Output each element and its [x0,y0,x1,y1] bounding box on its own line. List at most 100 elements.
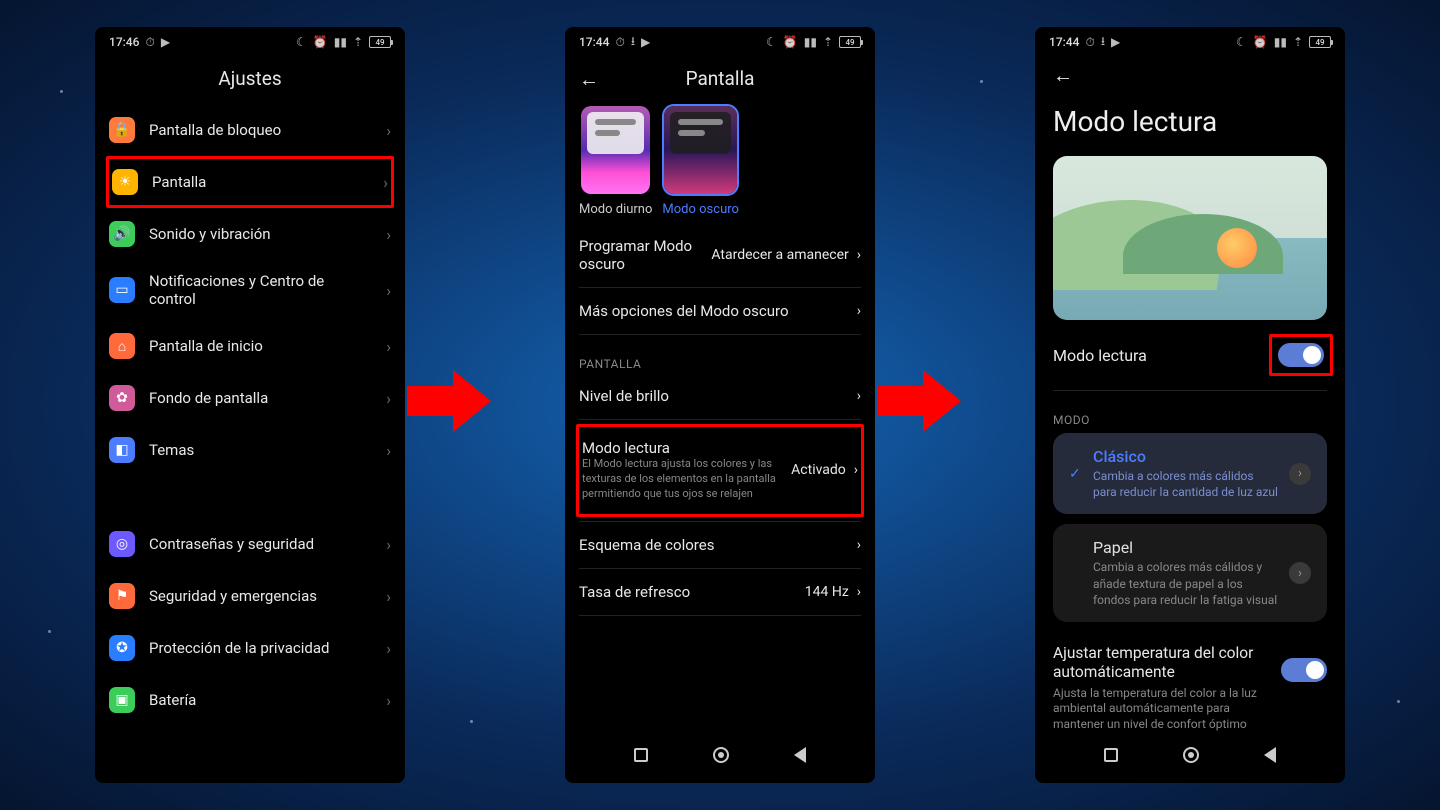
settings-item-display[interactable]: ☀ Pantalla › [106,156,394,208]
status-time: 17:46 [109,35,139,49]
settings-item-wallpaper[interactable]: ✿ Fondo de pantalla › [109,372,391,424]
youtube-icon: ▶ [1111,35,1120,49]
alarm2-icon: ⏰ [313,35,328,49]
check-icon: ✓ [1069,466,1083,482]
settings-item-themes[interactable]: ◧ Temas › [109,424,391,476]
settings-item-label: Protección de la privacidad [149,639,372,657]
light-mode-card[interactable]: Modo diurno [579,104,652,219]
auto-color-temp-row[interactable]: Ajustar temperatura del color automática… [1053,632,1327,733]
settings-item-label: Notificaciones y Centro de control [149,272,372,308]
download-icon: ⭳ [631,32,635,53]
home-button[interactable] [1183,747,1199,763]
chevron-right-icon: › [1289,463,1311,485]
alarm2-icon: ⏰ [1253,35,1268,49]
status-time: 17:44 [579,35,609,49]
settings-item-label: Pantalla de bloqueo [149,121,372,139]
alarm-icon: ⏱ [615,35,624,50]
back-button[interactable]: ← [1053,63,1073,88]
settings-item-lockscreen[interactable]: 🔒 Pantalla de bloqueo › [109,104,391,156]
back-button[interactable] [794,747,806,763]
chevron-right-icon: › [857,247,861,263]
settings-item-sound[interactable]: 🔊 Sonido y vibración › [109,208,391,260]
more-dark-options-row[interactable]: Más opciones del Modo oscuro › [579,292,861,330]
battery-icon: ▣ [109,687,135,713]
settings-item-battery[interactable]: ▣ Batería › [109,674,391,726]
dark-mode-label: Modo oscuro [662,196,739,219]
page-title: Modo lectura [1053,91,1327,156]
alarm-icon: ⏱ [1085,35,1094,50]
light-mode-label: Modo diurno [579,196,652,219]
signal-icon: ▮▮ [1274,35,1287,49]
row-title: Modo lectura [582,439,783,457]
mode-option-paper[interactable]: Papel Cambia a colores más cálidos y aña… [1053,524,1327,622]
section-label-mode: MODO [1053,395,1327,433]
phone-settings-screen: 17:46 ⏱ ▶ ☾ ⏰ ▮▮ ⇡ 49 Ajustes 🔒 Pantalla… [95,27,405,783]
reading-mode-row[interactable]: Modo lectura El Modo lectura ajusta los … [576,424,864,517]
settings-item-notifications[interactable]: ▭ Notificaciones y Centro de control › [109,260,391,320]
row-title: Programar Modo oscuro [579,237,703,273]
chevron-right-icon: › [386,121,391,140]
page-header: ← Pantalla [565,57,875,104]
back-button[interactable] [1264,747,1276,763]
chevron-right-icon: › [386,691,391,710]
status-time: 17:44 [1049,35,1079,49]
phone-reading-mode-screen: 17:44 ⏱ ⭳ ▶ ☾ ⏰ ▮▮ ⇡ 49 ← Modo lectura M… [1035,27,1345,783]
settings-item-privacy[interactable]: ✪ Protección de la privacidad › [109,622,391,674]
chevron-right-icon: › [386,281,391,300]
dark-mode-card[interactable]: Modo oscuro [662,104,739,219]
chevron-right-icon: › [386,639,391,658]
settings-item-homescreen[interactable]: ⌂ Pantalla de inicio › [109,320,391,372]
moon-icon: ☾ [766,35,777,49]
moon-icon: ☾ [1236,35,1247,49]
settings-item-passwords[interactable]: ◎ Contraseñas y seguridad › [109,518,391,570]
download-icon: ⭳ [1101,32,1105,53]
recents-button[interactable] [634,748,648,762]
alarm-icon: ⏱ [145,35,154,50]
wifi-icon: ⇡ [1293,35,1303,49]
recents-button[interactable] [1104,748,1118,762]
wifi-icon: ⇡ [823,35,833,49]
brightness-row[interactable]: Nivel de brillo › [579,377,861,415]
row-value: Atardecer a amanecer [711,247,848,263]
battery-icon: 49 [839,36,861,48]
page-title: Ajustes [95,57,405,104]
row-title: Más opciones del Modo oscuro [579,302,849,320]
alarm2-icon: ⏰ [783,35,798,49]
lock-icon: 🔒 [109,117,135,143]
mode-option-classic[interactable]: ✓ Clásico Cambia a colores más cálidos p… [1053,433,1327,514]
chevron-right-icon: › [854,462,858,478]
signal-icon: ▮▮ [804,35,817,49]
settings-item-label: Temas [149,441,372,459]
chevron-right-icon: › [386,225,391,244]
youtube-icon: ▶ [641,35,650,49]
refresh-rate-row[interactable]: Tasa de refresco 144 Hz › [579,573,861,611]
back-button[interactable]: ← [579,67,599,92]
navigation-bar [565,735,875,783]
emergency-icon: ⚑ [109,583,135,609]
preview-image [1053,156,1327,320]
settings-item-label: Pantalla de inicio [149,337,372,355]
navigation-bar [1035,735,1345,783]
schedule-dark-mode-row[interactable]: Programar Modo oscuro Atardecer a amanec… [579,227,861,283]
flower-icon: ✿ [109,385,135,411]
row-value: Activado [791,462,846,478]
battery-icon: 49 [369,36,391,48]
chevron-right-icon: › [383,173,388,192]
speaker-icon: 🔊 [109,221,135,247]
auto-color-toggle[interactable] [1281,658,1327,682]
battery-icon: 49 [1309,36,1331,48]
option-description: Cambia a colores más cálidos y añade tex… [1093,559,1279,608]
status-bar: 17:44 ⏱ ⭳ ▶ ☾ ⏰ ▮▮ ⇡ 49 [1035,27,1345,57]
reading-mode-toggle[interactable] [1278,343,1324,367]
settings-item-label: Batería [149,691,372,709]
youtube-icon: ▶ [161,35,170,49]
chevron-right-icon: › [857,303,861,319]
color-scheme-row[interactable]: Esquema de colores › [579,526,861,564]
row-description: Ajusta la temperatura del color a la luz… [1053,686,1269,733]
status-bar: 17:44 ⏱ ⭳ ▶ ☾ ⏰ ▮▮ ⇡ 49 [565,27,875,57]
row-title: Ajustar temperatura del color automática… [1053,644,1269,683]
home-button[interactable] [713,747,729,763]
page-title: Pantalla [686,67,755,90]
settings-item-security[interactable]: ⚑ Seguridad y emergencias › [109,570,391,622]
row-title: Nivel de brillo [579,387,849,405]
